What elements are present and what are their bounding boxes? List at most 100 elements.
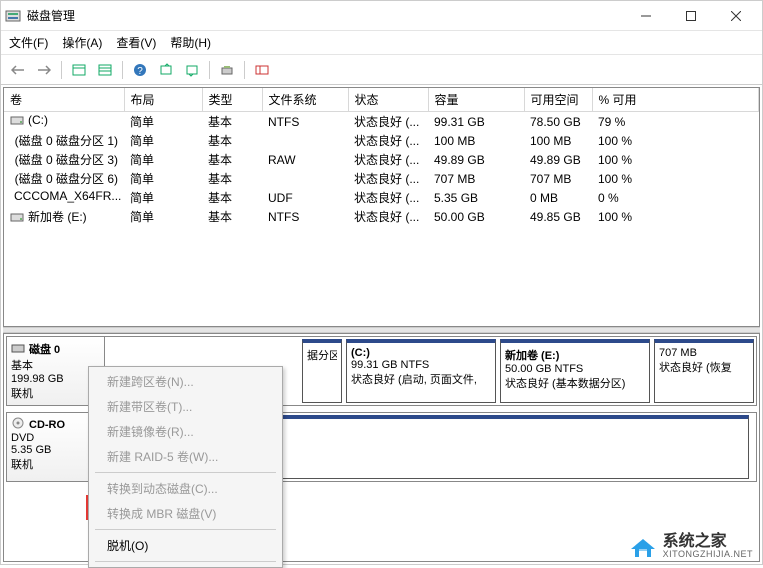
context-menu-item[interactable]: 新建 RAID-5 卷(W)...	[89, 444, 282, 469]
forward-button[interactable]	[33, 59, 55, 81]
watermark-en: XITONGZHIJIA.NET	[663, 550, 753, 559]
vol-layout: 简单	[124, 169, 202, 188]
vol-free: 0 MB	[524, 188, 592, 207]
vol-type: 基本	[202, 207, 262, 226]
drive-icon	[10, 211, 24, 223]
back-button[interactable]	[7, 59, 29, 81]
col-type[interactable]: 类型	[202, 88, 262, 112]
vol-name: (磁盘 0 磁盘分区 3)	[15, 151, 118, 168]
vol-fs	[262, 131, 348, 150]
vol-fs	[262, 169, 348, 188]
vol-type: 基本	[202, 131, 262, 150]
vol-cap: 707 MB	[428, 169, 524, 188]
col-free[interactable]: 可用空间	[524, 88, 592, 112]
table-row[interactable]: (磁盘 0 磁盘分区 6) 简单 基本 状态良好 (... 707 MB 707…	[4, 169, 759, 188]
toolbar-help-icon[interactable]: ?	[129, 59, 151, 81]
table-row[interactable]: (C:) 简单 基本 NTFS 状态良好 (... 99.31 GB 78.50…	[4, 112, 759, 132]
vol-pct: 79 %	[592, 112, 759, 132]
toolbar-separator	[244, 61, 245, 79]
toolbar-separator	[122, 61, 123, 79]
context-menu-item[interactable]: 转换成 MBR 磁盘(V)	[89, 501, 282, 526]
vol-name: CCCOMA_X64FR...	[14, 189, 121, 203]
vol-cap: 100 MB	[428, 131, 524, 150]
partition-size: 707 MB	[659, 347, 749, 359]
vol-cap: 49.89 GB	[428, 150, 524, 169]
close-button[interactable]	[713, 2, 758, 30]
partition[interactable]: 新加卷 (E:) 50.00 GB NTFS 状态良好 (基本数据分区)	[500, 339, 650, 403]
toolbar-btn-2[interactable]	[181, 59, 203, 81]
vol-type: 基本	[202, 169, 262, 188]
partition-title: (C:)	[351, 347, 491, 359]
menu-action[interactable]: 操作(A)	[62, 34, 102, 51]
toolbar-separator	[61, 61, 62, 79]
vol-status: 状态良好 (...	[348, 150, 428, 169]
watermark-text: 系统之家 XITONGZHIJIA.NET	[663, 534, 753, 559]
disk-name: 磁盘 0	[29, 341, 60, 357]
context-menu-item[interactable]: 新建带区卷(T)...	[89, 394, 282, 419]
vol-name: (磁盘 0 磁盘分区 1)	[15, 132, 118, 149]
context-menu-item[interactable]: 脱机(O)	[89, 533, 282, 558]
toolbar-refresh-icon[interactable]	[216, 59, 238, 81]
maximize-button[interactable]	[668, 2, 713, 30]
vol-layout: 简单	[124, 150, 202, 169]
partition-status: 据分区)	[307, 347, 337, 363]
drive-icon	[11, 342, 25, 357]
disk-size: 199.98 GB	[11, 373, 100, 385]
toolbar-btn-1[interactable]	[155, 59, 177, 81]
minimize-button[interactable]	[623, 2, 668, 30]
col-status[interactable]: 状态	[348, 88, 428, 112]
drive-icon	[10, 135, 11, 147]
table-row[interactable]: CCCOMA_X64FR... 简单 基本 UDF 状态良好 (... 5.35…	[4, 188, 759, 207]
titlebar: 磁盘管理	[1, 1, 762, 31]
toolbar-view-icon[interactable]	[68, 59, 90, 81]
vol-status: 状态良好 (...	[348, 188, 428, 207]
vol-pct: 0 %	[592, 188, 759, 207]
partition-title: 新加卷 (E:)	[505, 347, 645, 363]
vol-pct: 100 %	[592, 207, 759, 226]
partition[interactable]: (C:) 99.31 GB NTFS 状态良好 (启动, 页面文件,	[346, 339, 496, 403]
window-buttons	[623, 2, 758, 30]
vol-free: 49.85 GB	[524, 207, 592, 226]
watermark: 系统之家 XITONGZHIJIA.NET	[629, 534, 753, 559]
drive-icon	[10, 114, 24, 126]
toolbar-separator	[209, 61, 210, 79]
menu-file[interactable]: 文件(F)	[9, 34, 48, 51]
context-menu-item[interactable]: 新建跨区卷(N)...	[89, 369, 282, 394]
menu-view[interactable]: 查看(V)	[116, 34, 156, 51]
table-row[interactable]: 新加卷 (E:) 简单 基本 NTFS 状态良好 (... 50.00 GB 4…	[4, 207, 759, 226]
col-pct[interactable]: % 可用	[592, 88, 759, 112]
toolbar-btn-3[interactable]	[251, 59, 273, 81]
volume-grid[interactable]: 卷 布局 类型 文件系统 状态 容量 可用空间 % 可用 (C:) 简单 基本 …	[3, 87, 760, 327]
partition[interactable]: 据分区)	[302, 339, 342, 403]
context-menu-item[interactable]: 转换到动态磁盘(C)...	[89, 476, 282, 501]
vol-type: 基本	[202, 112, 262, 132]
vol-pct: 100 %	[592, 150, 759, 169]
vol-type: 基本	[202, 150, 262, 169]
vol-layout: 简单	[124, 207, 202, 226]
menu-help[interactable]: 帮助(H)	[170, 34, 211, 51]
vol-fs: NTFS	[262, 207, 348, 226]
vol-layout: 简单	[124, 188, 202, 207]
drive-icon	[10, 173, 11, 185]
menu-separator	[95, 529, 276, 530]
col-capacity[interactable]: 容量	[428, 88, 524, 112]
partition[interactable]: 707 MB 状态良好 (恢复	[654, 339, 754, 403]
window-title: 磁盘管理	[27, 7, 623, 24]
table-row[interactable]: (磁盘 0 磁盘分区 1) 简单 基本 状态良好 (... 100 MB 100…	[4, 131, 759, 150]
vol-layout: 简单	[124, 131, 202, 150]
col-volume[interactable]: 卷	[4, 88, 124, 112]
menu-separator	[95, 561, 276, 562]
menubar: 文件(F) 操作(A) 查看(V) 帮助(H)	[1, 31, 762, 55]
toolbar-list-icon[interactable]	[94, 59, 116, 81]
vol-layout: 简单	[124, 112, 202, 132]
disk-status: 联机	[11, 385, 100, 401]
col-fs[interactable]: 文件系统	[262, 88, 348, 112]
context-menu-item[interactable]: 新建镜像卷(R)...	[89, 419, 282, 444]
vol-cap: 50.00 GB	[428, 207, 524, 226]
table-row[interactable]: (磁盘 0 磁盘分区 3) 简单 基本 RAW 状态良好 (... 49.89 …	[4, 150, 759, 169]
vol-status: 状态良好 (...	[348, 169, 428, 188]
vol-status: 状态良好 (...	[348, 131, 428, 150]
col-layout[interactable]: 布局	[124, 88, 202, 112]
vol-fs: RAW	[262, 150, 348, 169]
partition-size: 50.00 GB NTFS	[505, 363, 645, 375]
